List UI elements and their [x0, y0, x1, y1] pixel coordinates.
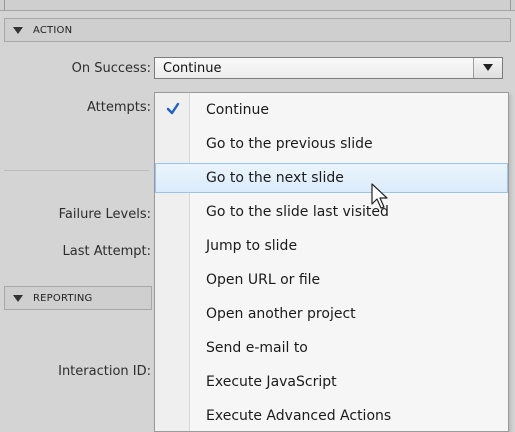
triangle-down-icon	[13, 295, 23, 302]
triangle-down-icon	[13, 27, 23, 34]
menu-item-open-url-or-file[interactable]: Open URL or file	[155, 265, 508, 295]
menu-item-label: Continue	[206, 102, 269, 118]
properties-panel: ACTION On Success: Continue Attempts: Fa…	[0, 0, 515, 432]
reporting-section-title: REPORTING	[33, 292, 93, 304]
on-success-dropdown-menu: Continue Go to the previous slide Go to …	[154, 92, 509, 432]
menu-item-label: Execute JavaScript	[206, 374, 337, 390]
action-section-header[interactable]: ACTION	[4, 18, 511, 42]
menu-item-label: Jump to slide	[206, 238, 298, 254]
menu-item-label: Go to the previous slide	[206, 136, 373, 152]
on-success-label: On Success:	[71, 61, 151, 76]
menu-item-label: Open another project	[206, 306, 356, 322]
menu-item-label: Execute Advanced Actions	[206, 408, 392, 424]
failure-levels-label: Failure Levels:	[58, 207, 151, 222]
dropdown-button[interactable]	[473, 58, 502, 78]
menu-item-previous-slide[interactable]: Go to the previous slide	[155, 129, 508, 159]
menu-item-label: Send e-mail to	[206, 340, 308, 356]
menu-item-jump-to-slide[interactable]: Jump to slide	[155, 231, 508, 261]
mouse-pointer-icon	[371, 183, 388, 209]
menu-item-label: Open URL or file	[206, 272, 321, 288]
attempts-label: Attempts:	[86, 100, 151, 115]
interaction-id-label: Interaction ID:	[58, 364, 151, 379]
action-section-title: ACTION	[33, 24, 73, 36]
menu-item-execute-advanced-actions[interactable]: Execute Advanced Actions	[155, 401, 508, 431]
reporting-section-header[interactable]: REPORTING	[4, 286, 152, 310]
menu-item-label: Go to the next slide	[206, 170, 344, 186]
last-attempt-label: Last Attempt:	[62, 244, 151, 259]
menu-item-label: Go to the slide last visited	[206, 204, 389, 220]
menu-item-send-email[interactable]: Send e-mail to	[155, 333, 508, 363]
chevron-down-icon	[483, 64, 493, 71]
menu-item-next-slide[interactable]: Go to the next slide	[155, 163, 508, 193]
checkmark-icon	[166, 102, 180, 115]
divider-line	[4, 170, 149, 171]
on-success-select[interactable]: Continue	[154, 57, 503, 79]
menu-item-slide-last-visited[interactable]: Go to the slide last visited	[155, 197, 508, 227]
menu-item-open-another-project[interactable]: Open another project	[155, 299, 508, 329]
on-success-row: On Success: Continue	[4, 53, 511, 85]
menu-item-execute-javascript[interactable]: Execute JavaScript	[155, 367, 508, 397]
menu-item-continue[interactable]: Continue	[155, 95, 508, 125]
on-success-value: Continue	[163, 61, 222, 76]
panel-top-edge	[0, 0, 515, 11]
